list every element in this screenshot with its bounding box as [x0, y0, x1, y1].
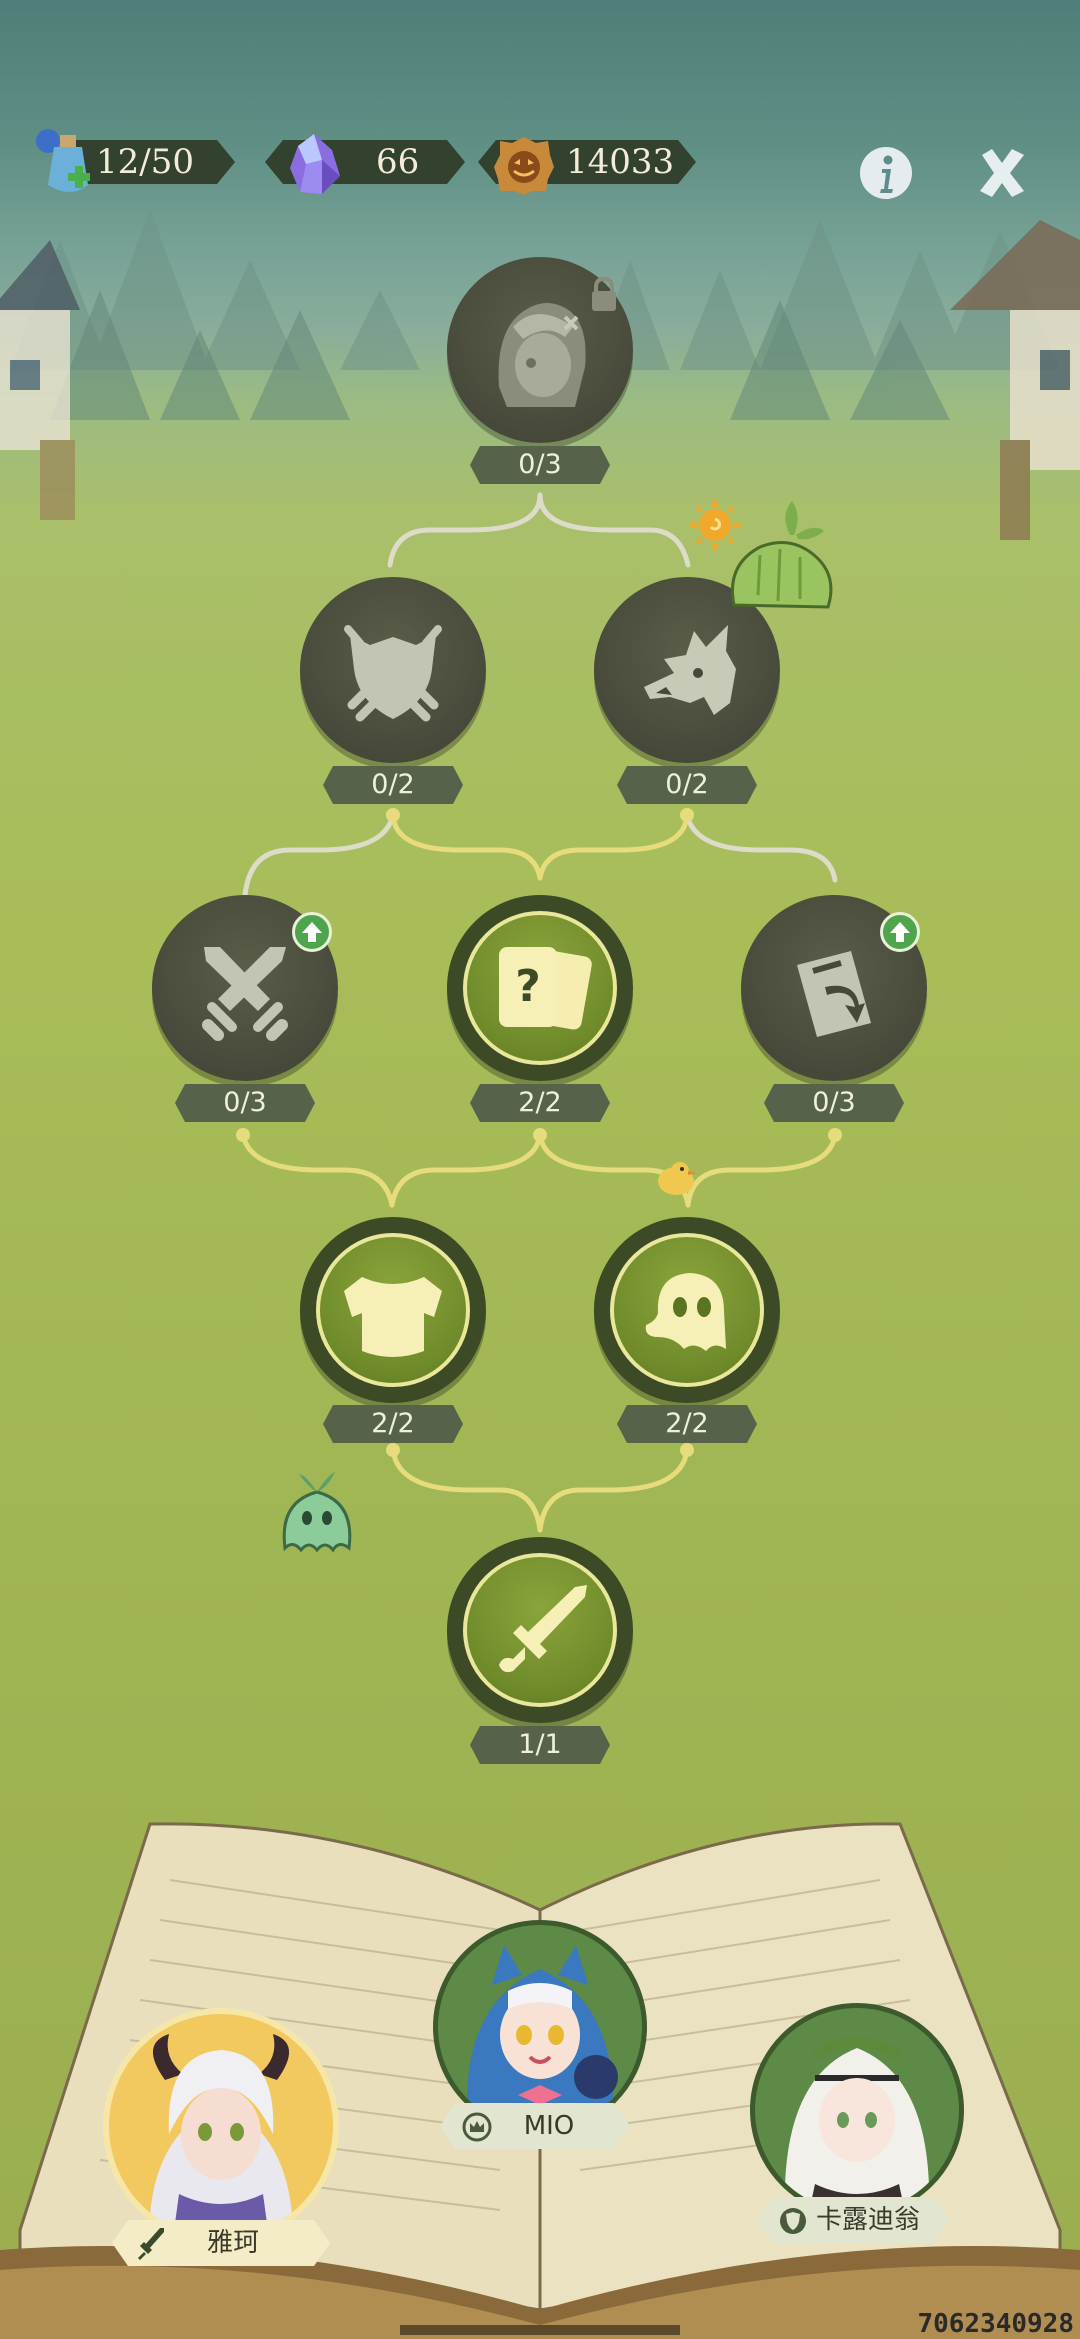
avatar — [433, 1920, 647, 2134]
armor-icon — [344, 1277, 442, 1357]
svg-text:?: ? — [515, 961, 541, 1012]
skill-count: 2/2 — [470, 1084, 610, 1122]
upgrade-available-icon — [880, 912, 920, 952]
mystery-card-icon: ? — [499, 947, 592, 1030]
party-member-name: MIO — [523, 2111, 575, 2141]
skill-count: 0/2 — [617, 766, 757, 804]
skill-count: 2/2 — [323, 1405, 463, 1443]
leaf-slime-creature — [731, 501, 833, 609]
player-uid: 7062340928 — [917, 2309, 1074, 2339]
green-slime-creature — [282, 1472, 352, 1553]
lock-icon — [592, 276, 616, 311]
party-member-name: 卡露迪翁 — [815, 2205, 920, 2235]
party-nameplate: 卡露迪翁 — [758, 2197, 950, 2243]
skill-node-sword[interactable] — [447, 1537, 633, 1723]
party-member-name: 雅珂 — [206, 2228, 259, 2258]
skill-node-shield[interactable] — [300, 577, 486, 763]
skill-tree-paths — [236, 492, 842, 1533]
skill-count: 0/2 — [323, 766, 463, 804]
avatar — [750, 2003, 964, 2217]
sword-icon — [499, 1585, 587, 1673]
skill-node-mystery-card[interactable]: ? — [447, 895, 633, 1081]
party-nameplate: 雅珂 — [112, 2220, 330, 2266]
skill-count: 0/3 — [470, 446, 610, 484]
ghost-icon — [645, 1273, 726, 1351]
skill-count: 1/1 — [470, 1726, 610, 1764]
avatar — [103, 2008, 339, 2244]
party-nameplate: MIO — [440, 2103, 630, 2149]
skill-node-armor[interactable] — [300, 1217, 486, 1403]
skill-node-ghost[interactable] — [594, 1217, 780, 1403]
chick-creature — [658, 1162, 696, 1195]
skill-count: 0/3 — [175, 1084, 315, 1122]
shield-icon — [344, 625, 442, 722]
skill-count: 0/3 — [764, 1084, 904, 1122]
upgrade-available-icon — [292, 912, 332, 952]
skill-count: 2/2 — [617, 1405, 757, 1443]
